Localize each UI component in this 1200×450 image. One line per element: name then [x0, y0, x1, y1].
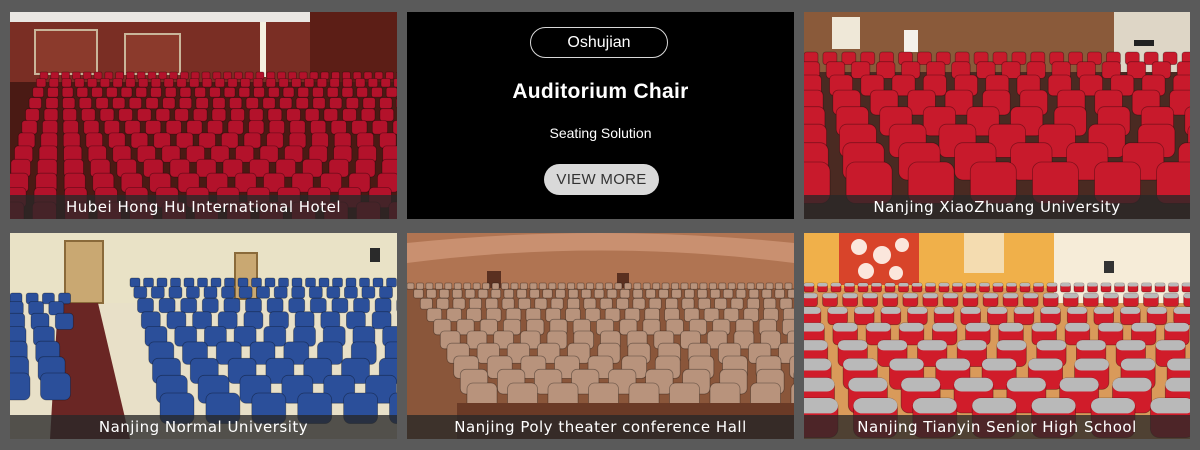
project-tile-nanjing-poly[interactable]: Nanjing Poly theater conference Hall [407, 233, 794, 439]
tile-caption: Nanjing Poly theater conference Hall [407, 415, 794, 439]
auditorium-photo [407, 233, 794, 439]
view-more-button[interactable]: VIEW MORE [544, 164, 659, 195]
project-tile-hubei-hong-hu[interactable]: Hubei Hong Hu International Hotel [10, 12, 397, 219]
auditorium-photo [804, 233, 1190, 439]
brand-badge: Oshujian [530, 27, 668, 58]
project-tile-nanjing-tianyin[interactable]: Nanjing Tianyin Senior High School [804, 233, 1190, 439]
tile-caption: Nanjing XiaoZhuang University [804, 195, 1190, 219]
project-tile-nanjing-normal[interactable]: Nanjing Normal University [10, 233, 397, 439]
promo-panel: Oshujian Auditorium Chair Seating Soluti… [407, 12, 794, 219]
showcase-grid: Hubei Hong Hu International Hotel Oshuji… [0, 0, 1200, 450]
promo-title: Auditorium Chair [512, 80, 689, 103]
auditorium-photo [10, 12, 397, 219]
auditorium-photo [804, 12, 1190, 219]
tile-caption: Hubei Hong Hu International Hotel [10, 195, 397, 219]
tile-caption: Nanjing Tianyin Senior High School [804, 415, 1190, 439]
auditorium-photo [10, 233, 397, 439]
project-tile-nanjing-xiaozhuang[interactable]: Nanjing XiaoZhuang University [804, 12, 1190, 219]
promo-subtitle: Seating Solution [549, 125, 652, 141]
tile-caption: Nanjing Normal University [10, 415, 397, 439]
